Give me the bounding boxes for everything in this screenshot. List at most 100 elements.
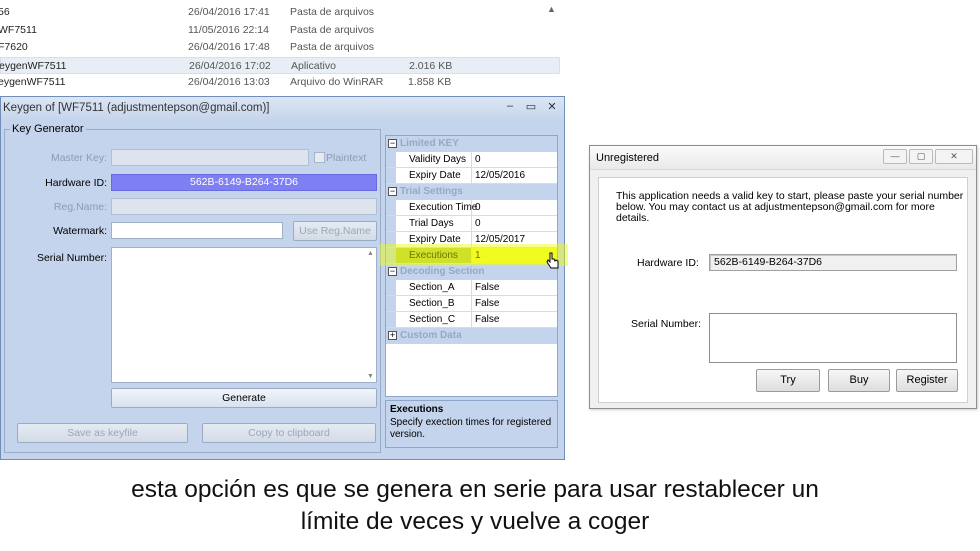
plaintext-label: Plaintext <box>326 152 367 164</box>
close-icon[interactable]: ✕ <box>935 149 973 164</box>
hardware-id-field[interactable]: 562B-6149-B264-37D6 <box>111 174 377 191</box>
window-title: Keygen of [WF7511 (adjustmentepson@gmail… <box>3 102 270 114</box>
property-value[interactable]: False <box>472 296 557 311</box>
property-value[interactable]: 12/05/2016 <box>472 168 557 183</box>
dialog-titlebar[interactable]: Unregistered — ▢ ✕ <box>590 146 976 170</box>
scroll-up-icon[interactable]: ▲ <box>547 4 556 14</box>
help-description: Specify exection times for registered ve… <box>390 417 552 440</box>
subtitle-line-1: esta opción es que se genera en serie pa… <box>131 476 819 503</box>
scroll-down-icon[interactable]: ▼ <box>367 373 374 380</box>
category-label: Trial Settings <box>400 186 463 197</box>
minimize-icon[interactable]: – <box>504 100 516 113</box>
file-date: 11/05/2016 22:14 <box>188 23 269 36</box>
file-row-selected[interactable]: eygenWF7511 26/04/2016 17:02 Aplicativo … <box>0 56 560 74</box>
property-row[interactable]: Validity Days 0 <box>386 152 557 168</box>
category-custom-data[interactable]: + Custom Data <box>386 328 557 344</box>
file-type: Pasta de arquivos <box>290 23 375 36</box>
property-name: Expiry Date <box>386 168 472 183</box>
category-label: Limited KEY <box>400 138 459 149</box>
dialog-message: This application needs a valid key to st… <box>616 190 964 224</box>
file-date: 26/04/2016 13:03 <box>188 76 270 88</box>
generate-button[interactable]: Generate <box>111 388 377 408</box>
master-key-label: Master Key: <box>50 152 107 164</box>
property-value[interactable]: False <box>472 280 557 295</box>
property-name: Section_C <box>386 312 472 327</box>
expand-icon[interactable]: + <box>388 331 397 340</box>
property-name: Section_A <box>386 280 472 295</box>
copy-clipboard-button[interactable]: Copy to clipboard <box>202 423 376 443</box>
property-row[interactable]: Execution Time 0 <box>386 200 557 216</box>
try-button[interactable]: Try <box>756 369 820 392</box>
property-grid: − Limited KEY Validity Days 0 Expiry Dat… <box>385 135 558 397</box>
hardware-id-field[interactable]: 562B-6149-B264-37D6 <box>709 254 957 271</box>
group-label: Key Generator <box>10 123 86 135</box>
window-controls: – ▭ ✕ <box>504 100 558 113</box>
collapse-icon[interactable]: − <box>388 187 397 196</box>
serial-number-input[interactable] <box>709 313 957 363</box>
file-name: 56 <box>0 6 10 18</box>
plaintext-checkbox[interactable] <box>314 152 325 163</box>
file-name: eygenWF7511 <box>0 59 67 72</box>
keygen-titlebar[interactable]: Keygen of [WF7511 (adjustmentepson@gmail… <box>1 97 564 120</box>
property-row[interactable]: Section_B False <box>386 296 557 312</box>
watermark-input[interactable] <box>111 222 283 239</box>
file-date: 26/04/2016 17:48 <box>188 41 270 53</box>
collapse-icon[interactable]: − <box>388 139 397 148</box>
scroll-up-icon[interactable]: ▲ <box>367 250 374 257</box>
file-name: WF7511 <box>0 23 37 36</box>
file-date: 26/04/2016 17:41 <box>188 6 270 18</box>
file-row[interactable]: 56 26/04/2016 17:41 Pasta de arquivos <box>0 4 560 22</box>
hardware-id-label: Hardware ID: <box>637 257 699 269</box>
property-value[interactable]: 0 <box>472 200 557 215</box>
property-row[interactable]: Section_A False <box>386 280 557 296</box>
file-row[interactable]: F7620 26/04/2016 17:48 Pasta de arquivos <box>0 39 560 57</box>
property-name: Validity Days <box>386 152 472 167</box>
category-label: Custom Data <box>400 330 462 341</box>
hardware-id-label: Hardware ID: <box>45 177 107 189</box>
file-size: 1.858 KB <box>408 76 452 88</box>
property-value[interactable]: 0 <box>472 152 557 167</box>
collapse-icon[interactable]: − <box>388 267 397 276</box>
reg-name-label: Reg.Name: <box>53 201 107 213</box>
property-value[interactable]: 0 <box>472 216 557 231</box>
file-list: 56 26/04/2016 17:41 Pasta de arquivos WF… <box>0 4 560 92</box>
unregistered-dialog: Unregistered — ▢ ✕ This application need… <box>589 145 977 409</box>
property-name: Section_B <box>386 296 472 311</box>
property-row[interactable]: Expiry Date 12/05/2016 <box>386 168 557 184</box>
save-keyfile-button[interactable]: Save as keyfile <box>17 423 188 443</box>
serial-number-label: Serial Number: <box>631 318 702 330</box>
help-title: Executions <box>390 404 444 415</box>
file-type: Aplicativo <box>291 59 336 72</box>
subtitle-line-2: límite de veces y vuelve a coger <box>300 508 650 535</box>
video-subtitle: esta opción es que se genera en serie pa… <box>0 474 950 538</box>
maximize-icon[interactable]: ▭ <box>525 100 537 113</box>
file-type: Pasta de arquivos <box>290 6 375 18</box>
buy-button[interactable]: Buy <box>828 369 890 392</box>
close-icon[interactable]: ✕ <box>546 100 558 113</box>
minimize-icon[interactable]: — <box>883 149 907 164</box>
maximize-icon[interactable]: ▢ <box>909 149 933 164</box>
serial-number-label: Serial Number: <box>36 252 107 264</box>
serial-scrollbar[interactable]: ▲ ▼ <box>367 250 375 380</box>
category-trial-settings[interactable]: − Trial Settings <box>386 184 557 200</box>
file-type: Arquivo do WinRAR <box>290 76 384 88</box>
property-help-panel: Executions Specify exection times for re… <box>385 400 558 448</box>
category-limited-key[interactable]: − Limited KEY <box>386 136 557 152</box>
property-row[interactable]: Section_C False <box>386 312 557 328</box>
category-decoding-section[interactable]: − Decoding Section <box>386 264 557 280</box>
use-reg-name-button[interactable]: Use Reg.Name <box>293 221 377 241</box>
register-button[interactable]: Register <box>896 369 958 392</box>
file-row[interactable]: WF7511 11/05/2016 22:14 Pasta de arquivo… <box>0 22 560 40</box>
file-size: 2.016 KB <box>409 59 453 72</box>
property-name: Execution Time <box>386 200 477 215</box>
watermark-label: Watermark: <box>53 225 107 237</box>
master-key-input[interactable] <box>111 149 309 166</box>
property-row[interactable]: Trial Days 0 <box>386 216 557 232</box>
file-row[interactable]: eygenWF7511 26/04/2016 13:03 Arquivo do … <box>0 74 560 92</box>
dialog-title: Unregistered <box>596 152 659 164</box>
serial-number-textarea[interactable]: ▲ ▼ <box>111 247 377 383</box>
highlight-marker <box>379 244 568 266</box>
category-label: Decoding Section <box>400 266 485 277</box>
reg-name-input[interactable] <box>111 198 377 215</box>
property-value[interactable]: False <box>472 312 557 327</box>
